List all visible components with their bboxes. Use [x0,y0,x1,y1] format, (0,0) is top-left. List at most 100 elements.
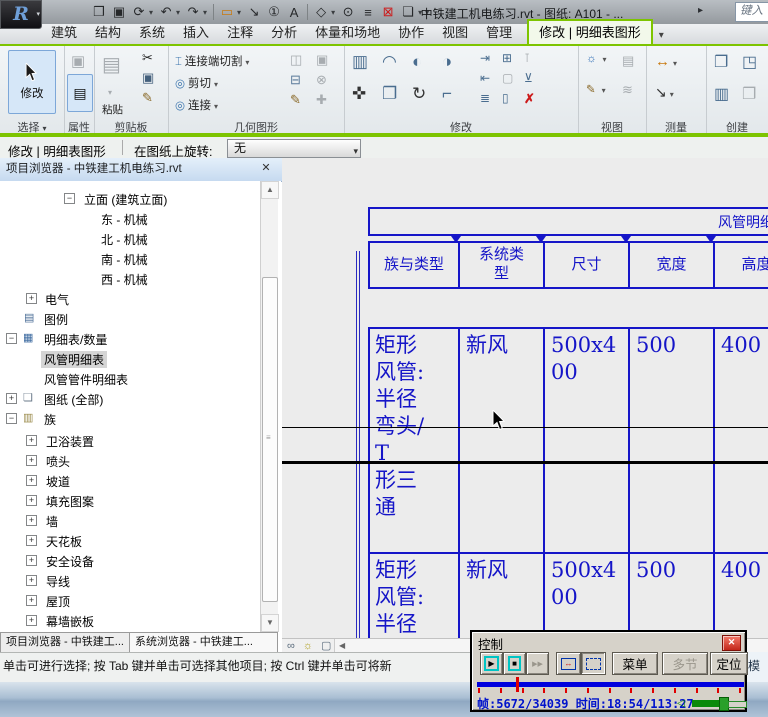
stop-button[interactable]: ■ [503,652,526,675]
measure-between-refs-button[interactable]: ↔▾ [655,53,677,70]
join-geometry-button[interactable]: ◎连接▾ [175,97,218,113]
copy-icon[interactable]: ❐ [382,84,397,104]
schedule-title-box[interactable] [368,207,768,236]
tag-icon[interactable]: ① [267,4,281,20]
wall-joins-icon[interactable]: ⊟ [290,72,301,88]
cell-size[interactable]: 500x4 00 [551,332,627,386]
crop-region-icon[interactable]: ▢ [321,639,331,652]
undo-icon[interactable]: ↶ [159,4,173,20]
tab-manage[interactable]: 管理 [477,20,521,44]
rotate-on-sheet-select[interactable]: 无▾ [227,139,361,158]
modify-button[interactable]: 修改 [8,50,56,114]
rotate-icon[interactable]: ↻ [412,84,426,104]
control-close-icon[interactable]: ✕ [722,635,741,651]
create-assembly-icon[interactable]: ▥ [714,84,729,104]
section-icon[interactable]: ⊙ [341,4,355,20]
default-3d-view-icon[interactable]: ◇ [314,4,328,20]
mirror-draw-icon[interactable]: ◑ [442,52,452,72]
match-type-icon[interactable]: ✎ [142,90,153,106]
ribbon-collapse-icon[interactable]: ▾ [653,27,670,44]
speaker-icon[interactable]: ◁ [677,698,685,709]
paint-icon[interactable]: ✎ [290,92,301,108]
text-icon[interactable]: A [287,5,301,20]
cell-family-type[interactable]: 矩形 风管: 半径 [375,557,455,638]
trim-single-icon[interactable]: ≣ [480,91,490,105]
split-icon[interactable]: ⇥ [480,51,490,65]
aligned-dimension-icon[interactable]: ↘ [247,4,261,20]
linework-button[interactable]: ✎▾ [586,82,606,96]
delete-icon[interactable]: ✗ [524,91,535,107]
redo-icon[interactable]: ↷ [186,4,200,20]
copy-to-clipboard-icon[interactable]: ▣ [142,70,154,86]
cut-to-clipboard-icon[interactable]: ✂ [142,50,153,66]
paste-caret-icon[interactable]: ▾ [108,88,112,97]
tab-structure[interactable]: 结构 [86,20,130,44]
redo-caret-icon[interactable]: ▾ [203,8,207,17]
infocenter-search-input[interactable]: 键入 [735,2,768,22]
thin-lines-icon[interactable]: ≡ [361,5,375,20]
drawing-canvas[interactable]: 风管明细表 族与类型 系统类 型 尺寸 宽度 高度 矩形 风管: 半径 弯头/ … [282,158,768,652]
timeline-playhead[interactable] [516,677,519,692]
tab-systems[interactable]: 系统 [130,20,174,44]
control-window[interactable]: 控制 ✕ ▶ ■ ▶▶ ↔ 菜单 多节 定位 帧:5672/34039 时间:1… [470,630,747,712]
tab-annotate[interactable]: 注释 [218,20,262,44]
tab-collaborate[interactable]: 协作 [389,20,433,44]
volume-fill[interactable] [692,700,722,707]
scroll-up-icon[interactable]: ▲ [261,181,279,199]
scroll-down-icon[interactable]: ▼ [261,614,279,632]
offset-icon[interactable]: ◠ [382,52,397,72]
beam-coping-icon[interactable]: ▣ [316,52,328,68]
demolish-icon[interactable]: ✚ [316,92,327,108]
cell-system-type[interactable]: 新风 [466,332,508,359]
play-button[interactable]: ▶ [480,652,503,675]
tab-modify-schedule-graphics[interactable]: 修改 | 明细表图形 [527,19,653,44]
tab-analyze[interactable]: 分析 [262,20,306,44]
create-parts-icon[interactable]: ❐ [742,84,756,104]
fit-window-button[interactable]: ↔ [556,652,581,675]
panel-select-label[interactable]: 选择 ▾ [0,119,64,133]
properties-palette-icon[interactable]: ▤ [67,74,93,112]
tab-system-browser[interactable]: 系统浏览器 - 中铁建工... [129,632,278,653]
cell-width[interactable]: 500 [636,332,676,359]
volume-track[interactable] [728,701,747,708]
project-browser-header[interactable]: 项目浏览器 - 中铁建工机电练习.rvt [0,158,287,182]
align-icon[interactable]: ▥ [352,52,368,72]
measure-caret-icon[interactable]: ▾ [237,8,241,17]
tree-scrollbar-thumb[interactable]: ≡ [262,277,278,602]
tree-scrollbar[interactable]: ▲ ≡ ▼ [260,181,278,632]
tab-view[interactable]: 视图 [433,20,477,44]
join-end-cut-button[interactable]: ⌶连接端切割▾ [175,53,249,69]
create-similar-icon[interactable]: ❐ [714,52,728,72]
save-icon[interactable]: ▣ [112,4,126,20]
trim-multi-icon[interactable]: ▯ [502,91,509,105]
measure-icon[interactable]: ▭ [220,4,234,20]
tab-architecture[interactable]: 建筑 [42,20,86,44]
project-browser-close-icon[interactable]: ✕ [258,161,274,177]
tab-massing-site[interactable]: 体量和场地 [306,20,389,44]
sync-caret-icon[interactable]: ▾ [149,8,153,17]
override-graphics-button[interactable]: ☼▾ [586,53,607,65]
menu-button[interactable]: 菜单 [612,652,658,675]
multi-section-button[interactable]: 多节 [662,652,708,675]
paste-icon[interactable]: ▤ [102,52,121,77]
cell-system-type[interactable]: 新风 [466,557,508,584]
tab-project-browser[interactable]: 项目浏览器 - 中铁建工... [0,632,130,653]
cell-height[interactable]: 400 [721,332,761,359]
displace-icon[interactable]: ≋ [622,82,633,98]
mirror-pick-icon[interactable]: ◐ [412,52,422,72]
cell-width[interactable]: 500 [636,557,676,584]
create-group-icon[interactable]: ◳ [742,52,757,72]
undo-caret-icon[interactable]: ▾ [176,8,180,17]
fast-forward-button[interactable]: ▶▶ [526,652,549,675]
locate-button[interactable]: 定位 [710,652,748,675]
cell-size[interactable]: 500x4 00 [551,557,627,611]
unpin-icon[interactable]: ⊻ [524,71,533,85]
type-properties-icon[interactable]: ▣ [71,52,85,70]
app-menu-button[interactable]: R▾ [0,0,42,29]
hide-icon[interactable]: ▤ [622,53,634,69]
fullscreen-button[interactable] [581,652,606,675]
cut-geometry-button[interactable]: ◎剪切▾ [175,75,218,91]
close-hidden-windows-icon[interactable]: ⊠ [381,4,395,20]
dimension-button[interactable]: ↘▾ [655,84,674,101]
reveal-hidden-elements-icon[interactable]: ☼ [303,640,313,652]
